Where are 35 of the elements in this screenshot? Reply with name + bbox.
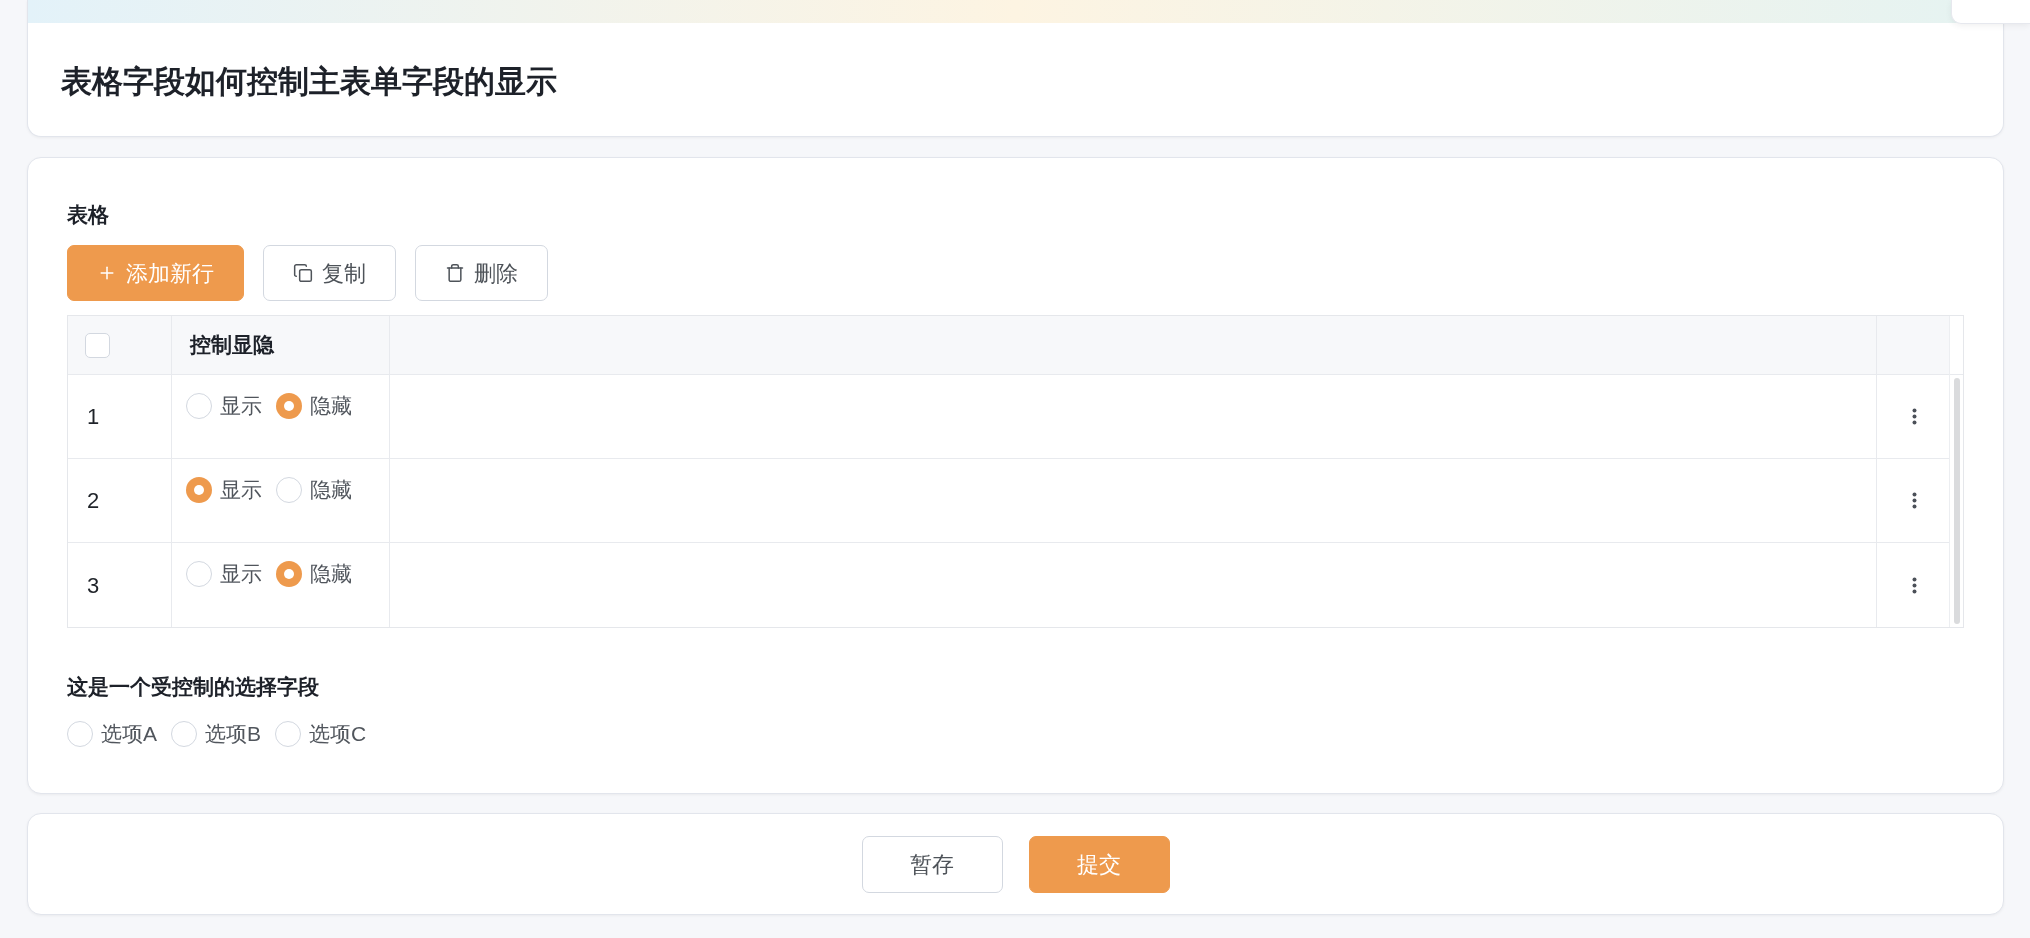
radio-button[interactable] [276,561,302,587]
delete-button[interactable]: 删除 [415,245,548,301]
copy-button[interactable]: 复制 [263,245,396,301]
option-label[interactable]: 隐藏 [310,561,352,587]
page-title: 表格字段如何控制主表单字段的显示 [61,62,557,101]
option-label[interactable]: 选项A [101,721,157,747]
field-label: 表格 [67,202,109,228]
option-label[interactable]: 显示 [220,561,262,587]
option-label[interactable]: 显示 [220,393,262,419]
scrollbar-thumb[interactable] [1953,378,1960,624]
more-icon[interactable] [1911,576,1917,594]
radio-button[interactable] [186,477,212,503]
more-icon[interactable] [1911,492,1917,509]
option-label[interactable]: 显示 [220,477,262,503]
save-draft-button[interactable]: 暂存 [861,835,1003,893]
radio-button[interactable] [171,721,197,747]
option-label[interactable]: 选项C [309,721,367,747]
radio-button[interactable] [276,393,302,419]
option-label[interactable]: 选项B [205,721,262,747]
select-all-checkbox[interactable] [85,332,110,358]
radio-button[interactable] [186,561,212,587]
option-label[interactable]: 隐藏 [310,477,352,503]
field-label: 这是一个受控制的选择字段 [67,674,319,700]
column-header: 控制显隐 [190,332,274,359]
radio-button[interactable] [276,477,302,503]
radio-button[interactable] [275,721,302,747]
radio-button[interactable] [186,393,212,419]
option-label[interactable]: 隐藏 [310,393,352,419]
copy-icon [293,263,313,283]
row-number: 2 [87,487,100,515]
radio-button[interactable] [67,721,93,747]
row-number: 1 [87,403,100,431]
more-icon[interactable] [1911,408,1917,425]
row-number: 3 [87,571,100,600]
trash-icon [445,263,465,283]
